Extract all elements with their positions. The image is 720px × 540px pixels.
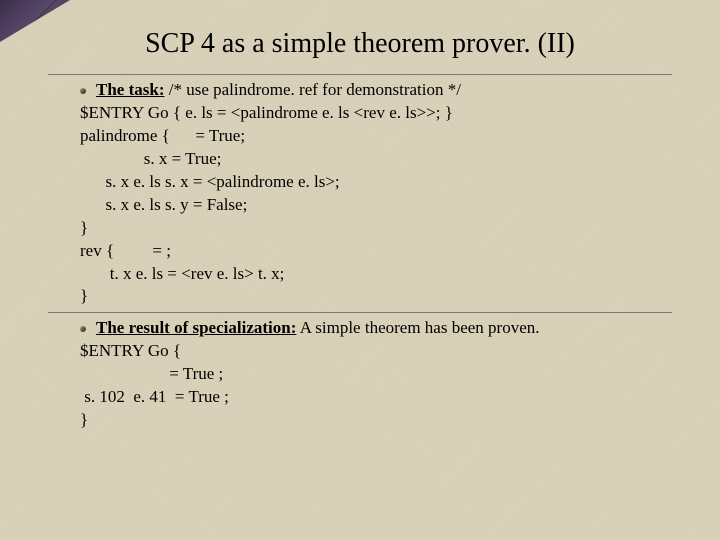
task-label: The task: [96,80,164,99]
task-code-line: rev { = ; [80,240,672,263]
divider-mid [48,312,672,313]
task-code-line: $ENTRY Go { e. ls = <palindrome e. ls <r… [80,102,672,125]
slide-title: SCP 4 as a simple theorem prover. (II) [0,0,720,70]
task-code-line: t. x e. ls = <rev e. ls> t. x; [80,263,672,286]
result-text: A simple theorem has been proven. [300,318,540,337]
divider-top [48,74,672,75]
result-code-line: = True ; [80,363,672,386]
result-code-line: s. 102 e. 41 = True ; [80,386,672,409]
result-code-line: $ENTRY Go { [80,340,672,363]
task-code-line: s. x = True; [80,148,672,171]
result-heading-row: The result of specialization: A simple t… [80,317,672,340]
slide-content: The task: /* use palindrome. ref for dem… [0,74,720,432]
bullet-icon [80,326,86,332]
result-label: The result of specialization: [96,318,296,337]
task-comment: /* use palindrome. ref for demonstration… [169,80,461,99]
task-heading-row: The task: /* use palindrome. ref for dem… [80,79,672,102]
task-code-line: s. x e. ls s. x = <palindrome e. ls>; [80,171,672,194]
task-code-line: } [80,217,672,240]
task-code-line: palindrome { = True; [80,125,672,148]
task-code-line: } [80,285,672,308]
bullet-icon [80,88,86,94]
task-code-line: s. x e. ls s. y = False; [80,194,672,217]
result-code-line: } [80,409,672,432]
